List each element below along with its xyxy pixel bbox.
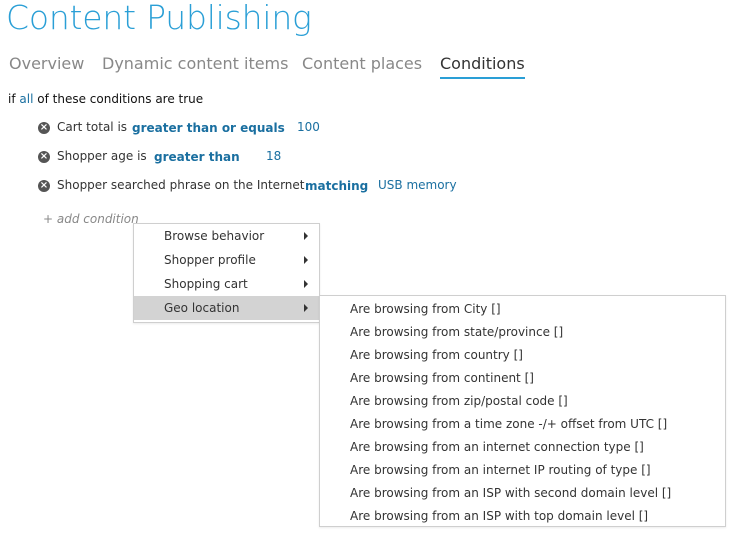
submenu-item-time-zone[interactable]: Are browsing from a time zone -/+ offset… — [320, 412, 725, 435]
condition-value-link[interactable]: 18 — [266, 149, 281, 163]
submenu-item-label: Are browsing from an ISP with second dom… — [350, 486, 672, 500]
caret-right-icon — [304, 256, 308, 264]
remove-condition-icon[interactable]: × — [38, 180, 50, 192]
submenu-item-ip-routing-type[interactable]: Are browsing from an internet IP routing… — [320, 458, 725, 481]
menu-item-shopper-profile[interactable]: Shopper profile — [134, 248, 319, 272]
menu-item-browse-behavior[interactable]: Browse behavior — [134, 224, 319, 248]
submenu-item-label: Are browsing from an ISP with top domain… — [350, 509, 649, 523]
submenu-item-label: Are browsing from zip/postal code [] — [350, 394, 568, 408]
remove-condition-icon[interactable]: × — [38, 151, 50, 163]
tab-conditions[interactable]: Conditions — [440, 54, 525, 79]
condition-operator-link[interactable]: greater than or equals — [132, 121, 285, 135]
rule-quantifier-link[interactable]: all — [19, 92, 33, 106]
geo-location-submenu: Are browsing from City [] Are browsing f… — [319, 295, 726, 527]
submenu-item-state-province[interactable]: Are browsing from state/province [] — [320, 320, 725, 343]
condition-label: Cart total is — [57, 120, 128, 134]
submenu-item-label: Are browsing from an internet IP routing… — [350, 463, 651, 477]
condition-value-link[interactable]: 100 — [297, 120, 320, 134]
submenu-item-connection-type[interactable]: Are browsing from an internet connection… — [320, 435, 725, 458]
menu-item-geo-location[interactable]: Geo location — [134, 296, 319, 320]
menu-item-label: Geo location — [164, 301, 240, 315]
submenu-item-isp-top-domain[interactable]: Are browsing from an ISP with top domain… — [320, 504, 725, 527]
submenu-item-label: Are browsing from state/province [] — [350, 325, 564, 339]
condition-value-link[interactable]: USB memory — [378, 178, 457, 192]
menu-item-shopping-cart[interactable]: Shopping cart — [134, 272, 319, 296]
caret-right-icon — [304, 232, 308, 240]
submenu-item-zip-postal-code[interactable]: Are browsing from zip/postal code [] — [320, 389, 725, 412]
tab-dynamic-content-items[interactable]: Dynamic content items — [102, 54, 288, 73]
condition-operator-link[interactable]: greater than — [154, 150, 240, 164]
submenu-item-label: Are browsing from country [] — [350, 348, 523, 362]
rule-suffix: of these conditions are true — [37, 92, 204, 106]
add-condition-link[interactable]: + add condition — [43, 212, 139, 226]
submenu-item-isp-second-domain[interactable]: Are browsing from an ISP with second dom… — [320, 481, 725, 504]
submenu-item-continent[interactable]: Are browsing from continent [] — [320, 366, 725, 389]
menu-item-label: Browse behavior — [164, 229, 265, 243]
condition-label: Shopper searched phrase on the Internet — [57, 178, 305, 192]
remove-condition-icon[interactable]: × — [38, 122, 50, 134]
submenu-item-label: Are browsing from City [] — [350, 302, 501, 316]
menu-item-label: Shopper profile — [164, 253, 256, 267]
condition-operator-link[interactable]: matching — [305, 179, 368, 193]
submenu-item-city[interactable]: Are browsing from City [] — [320, 297, 725, 320]
rule-header: if all of these conditions are true — [8, 92, 203, 106]
menu-item-label: Shopping cart — [164, 277, 248, 291]
submenu-item-country[interactable]: Are browsing from country [] — [320, 343, 725, 366]
condition-label: Shopper age is — [57, 149, 147, 163]
condition-category-menu: Browse behavior Shopper profile Shopping… — [133, 223, 320, 323]
submenu-item-label: Are browsing from an internet connection… — [350, 440, 644, 454]
tab-overview[interactable]: Overview — [9, 54, 84, 73]
caret-right-icon — [304, 280, 308, 288]
caret-right-icon — [304, 304, 308, 312]
rule-prefix: if — [8, 92, 16, 106]
submenu-item-label: Are browsing from continent [] — [350, 371, 534, 385]
page-title: Content Publishing — [6, 0, 312, 37]
tab-content-places[interactable]: Content places — [302, 54, 422, 73]
submenu-item-label: Are browsing from a time zone -/+ offset… — [350, 417, 668, 431]
